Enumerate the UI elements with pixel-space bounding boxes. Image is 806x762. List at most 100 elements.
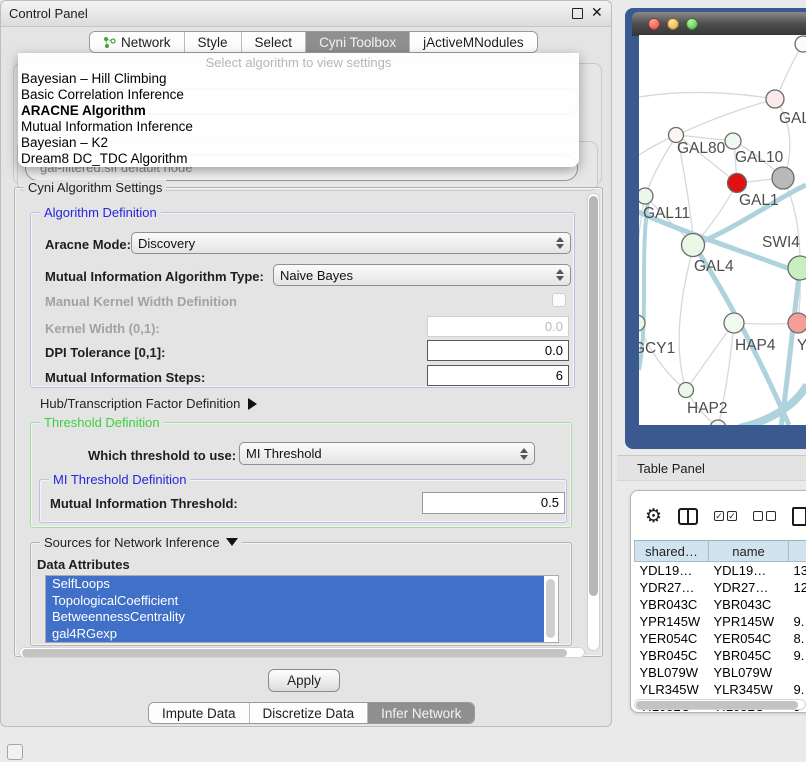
column-header-shared-name[interactable]: shared…: [635, 541, 709, 562]
settings-horizontal-scrollbar[interactable]: [19, 647, 585, 658]
which-threshold-combo[interactable]: MI Threshold: [239, 442, 535, 465]
cell[interactable]: 8.: [789, 630, 806, 647]
tab-jactivemnodules[interactable]: jActiveMNodules: [410, 32, 537, 52]
node-unlabeled[interactable]: [795, 36, 806, 52]
minimized-panel-icon[interactable]: [7, 744, 23, 760]
cell[interactable]: YER054C: [709, 630, 789, 647]
mac-zoom-icon[interactable]: [686, 18, 698, 30]
cell[interactable]: 9.: [789, 613, 806, 630]
cell[interactable]: 9.: [789, 647, 806, 664]
column-layout-icon[interactable]: [678, 508, 698, 525]
cell[interactable]: YDL19…: [709, 562, 789, 579]
network-window-titlebar[interactable]: [632, 12, 806, 36]
cell[interactable]: [789, 596, 806, 613]
manual-kernel-checkbox[interactable]: [552, 293, 566, 307]
list-item[interactable]: TopologicalCoefficient: [46, 593, 544, 610]
cell[interactable]: YDR27…: [635, 579, 709, 596]
cell[interactable]: YPR145W: [709, 613, 789, 630]
table-row[interactable]: YPR145WYPR145W9.: [635, 613, 806, 630]
cell[interactable]: YLR345W: [635, 681, 709, 698]
cell[interactable]: 12: [789, 579, 806, 596]
cell[interactable]: YBL079W: [709, 664, 789, 681]
column-header-name[interactable]: name: [709, 541, 789, 562]
hub-expander[interactable]: Hub/Transcription Factor Definition: [40, 396, 257, 411]
tab-style[interactable]: Style: [185, 32, 242, 52]
node-gal11[interactable]: [639, 188, 653, 204]
settings-vertical-scrollbar-thumb[interactable]: [589, 196, 598, 596]
node-salmon[interactable]: [788, 313, 806, 333]
cell[interactable]: YBR045C: [709, 647, 789, 664]
node-bottom-partial[interactable]: [710, 420, 726, 425]
cell[interactable]: YDR27…: [709, 579, 789, 596]
tab-network[interactable]: Network: [90, 32, 185, 52]
float-window-icon[interactable]: [572, 8, 583, 19]
table-row[interactable]: YLR345WYLR345W9.: [635, 681, 806, 698]
hub-expander-label: Hub/Transcription Factor Definition: [40, 396, 240, 411]
cell[interactable]: 9.: [789, 681, 806, 698]
tab-infer-network[interactable]: Infer Network: [368, 703, 474, 723]
menu-item-dream8[interactable]: Dream8 DC_TDC Algorithm: [18, 151, 579, 167]
cell[interactable]: YBR043C: [709, 596, 789, 613]
menu-item-mutual-information[interactable]: Mutual Information Inference: [18, 119, 579, 135]
select-all-checkboxes-icon[interactable]: ✓✓: [714, 511, 737, 521]
dpi-tolerance-field[interactable]: 0.0: [427, 340, 569, 361]
settings-vertical-scrollbar[interactable]: [587, 193, 600, 651]
list-item[interactable]: BetweennessCentrality: [46, 609, 544, 626]
sources-group-title[interactable]: Sources for Network Inference: [40, 535, 242, 550]
settings-horizontal-scrollbar-thumb[interactable]: [22, 649, 567, 657]
mac-close-icon[interactable]: [648, 18, 660, 30]
cell[interactable]: YDL19…: [635, 562, 709, 579]
table-row[interactable]: YBL079WYBL079W: [635, 664, 806, 681]
node-swi4[interactable]: [788, 256, 806, 280]
node-gal10[interactable]: [725, 133, 741, 149]
tab-select[interactable]: Select: [242, 32, 307, 52]
tab-discretize-data[interactable]: Discretize Data: [250, 703, 369, 723]
node-gal-partial[interactable]: [766, 90, 784, 108]
table-row[interactable]: YDR27…YDR27…12: [635, 579, 806, 596]
menu-item-basic-correlation[interactable]: Basic Correlation Inference: [18, 87, 579, 103]
mi-threshold-field[interactable]: 0.5: [422, 492, 565, 514]
kernel-width-field[interactable]: 0.0: [427, 316, 569, 337]
table-horizontal-scrollbar[interactable]: [634, 699, 806, 710]
table-horizontal-scrollbar-thumb[interactable]: [636, 701, 798, 709]
node-gal1-selected[interactable]: [728, 174, 747, 193]
cell[interactable]: YBL079W: [635, 664, 709, 681]
deselect-all-checkboxes-icon[interactable]: [753, 511, 776, 521]
cell[interactable]: YPR145W: [635, 613, 709, 630]
table-panel-titlebar: Table Panel: [617, 455, 806, 481]
cell[interactable]: YER054C: [635, 630, 709, 647]
data-attributes-list[interactable]: SelfLoops TopologicalCoefficient Between…: [45, 575, 559, 643]
cell[interactable]: 13: [789, 562, 806, 579]
attributes-vertical-scrollbar[interactable]: [545, 577, 557, 641]
node-hap2[interactable]: [679, 383, 694, 398]
mi-type-combo[interactable]: Naive Bayes: [273, 264, 571, 286]
cell[interactable]: [789, 664, 806, 681]
node-gal4[interactable]: [682, 234, 705, 257]
mi-steps-field[interactable]: 6: [427, 365, 569, 386]
apply-button[interactable]: Apply: [268, 669, 340, 692]
cell[interactable]: YLR345W: [709, 681, 789, 698]
gear-icon[interactable]: ⚙: [645, 507, 662, 526]
export-table-icon[interactable]: [792, 507, 806, 526]
tab-impute-data[interactable]: Impute Data: [149, 703, 250, 723]
cell[interactable]: YBR043C: [635, 596, 709, 613]
table-row[interactable]: YBR045CYBR045C9.: [635, 647, 806, 664]
column-header-partial[interactable]: [789, 541, 806, 562]
menu-item-bayesian-hill-climbing[interactable]: Bayesian – Hill Climbing: [18, 71, 579, 87]
menu-item-bayesian-k2[interactable]: Bayesian – K2: [18, 135, 579, 151]
attributes-scrollbar-thumb[interactable]: [546, 579, 555, 638]
mac-minimize-icon[interactable]: [667, 18, 679, 30]
close-icon[interactable]: ✕: [591, 4, 603, 21]
tab-cyni-toolbox[interactable]: Cyni Toolbox: [306, 32, 410, 52]
table-row[interactable]: YER054CYER054C8.: [635, 630, 806, 647]
table-row[interactable]: YBR043CYBR043C: [635, 596, 806, 613]
cell[interactable]: YBR045C: [635, 647, 709, 664]
list-item[interactable]: SelfLoops: [46, 576, 544, 593]
list-item[interactable]: gal4RGexp: [46, 626, 544, 643]
node-gray[interactable]: [772, 167, 794, 189]
network-canvas[interactable]: GAL GAL80 GAL10 GAL1 GAL11 GAL4 SWI4 GCY…: [639, 35, 806, 425]
node-hap4[interactable]: [724, 313, 744, 333]
aracne-mode-combo[interactable]: Discovery: [131, 232, 571, 254]
menu-item-aracne[interactable]: ARACNE Algorithm: [18, 103, 579, 119]
table-row[interactable]: YDL19…YDL19…13: [635, 562, 806, 579]
